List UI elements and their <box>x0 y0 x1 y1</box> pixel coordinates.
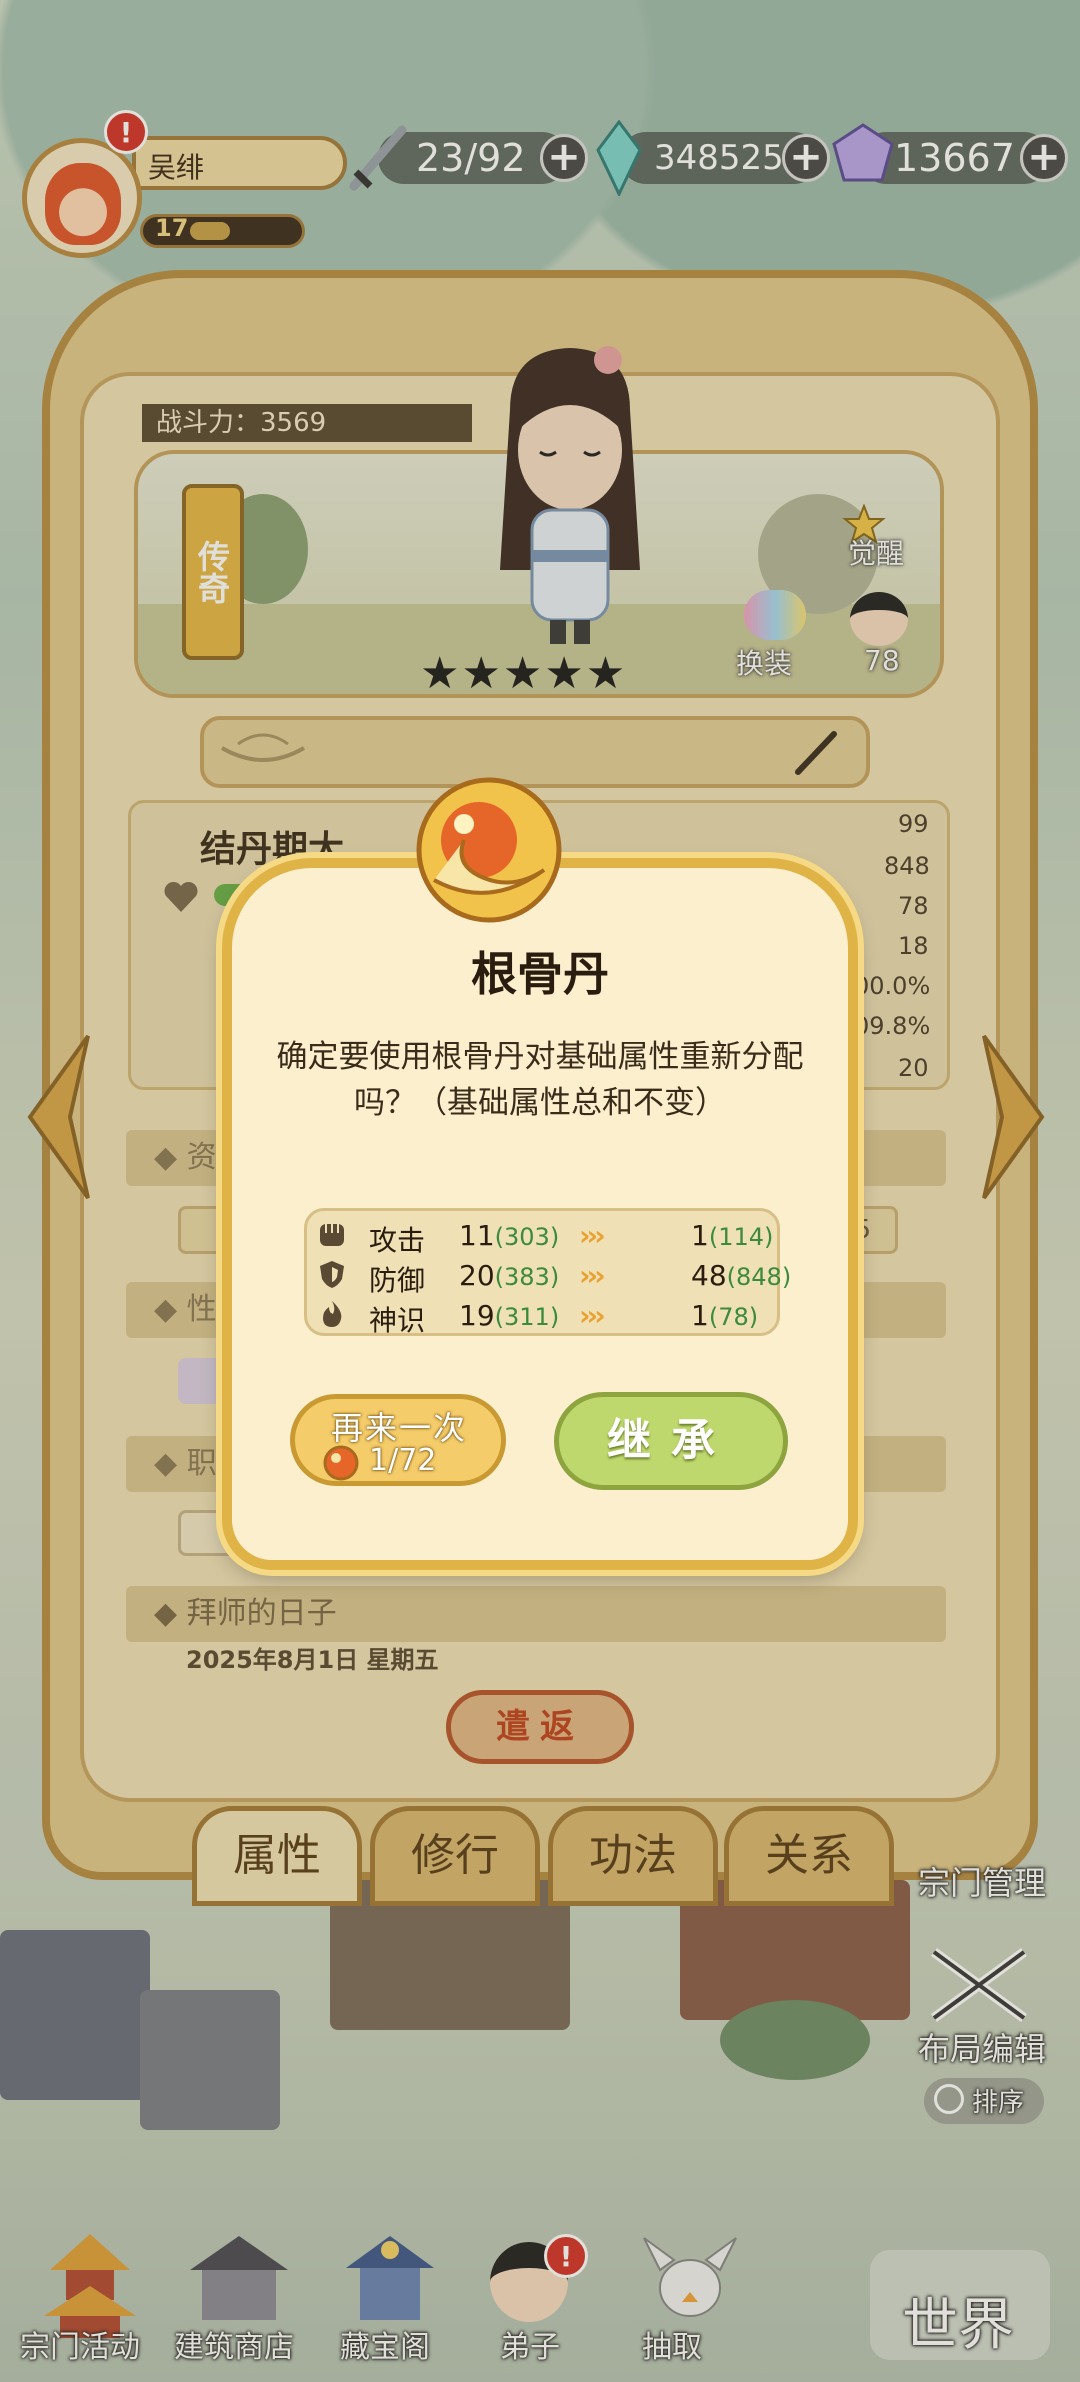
attack-old: 11(303) <box>459 1219 560 1252</box>
retry-button[interactable]: 再来一次 1/72 <box>290 1394 506 1486</box>
spirit-old: 19(311) <box>459 1299 560 1332</box>
small-pill-icon <box>323 1445 359 1481</box>
spirit-arrow: ››› <box>579 1299 606 1332</box>
fist-icon <box>320 1224 344 1246</box>
compare-row-spirit: 神识 19(311) ››› 1(78) <box>307 1295 783 1337</box>
flame-icon <box>323 1301 342 1327</box>
defense-arrow: ››› <box>579 1259 606 1292</box>
spirit-new: 1(78) <box>691 1299 759 1332</box>
compare-row-defense: 防御 20(383) ››› 48(848) <box>307 1255 791 1297</box>
defense-old: 20(383) <box>459 1259 560 1292</box>
attribute-compare-table: 攻击 11(303) ››› 1(114) 防御 20(383) ››› 48(… <box>304 1208 791 1337</box>
spirit-label: 神识 <box>369 1304 426 1337</box>
compare-row-attack: 攻击 11(303) ››› 1(114) <box>307 1215 783 1257</box>
attack-label: 攻击 <box>369 1224 426 1257</box>
defense-new: 48(848) <box>691 1259 792 1292</box>
shield-icon <box>320 1261 344 1288</box>
dialog-message: 确定要使用根骨丹对基础属性重新分配吗？（基础属性总和不变） <box>276 1039 804 1121</box>
inherit-button[interactable]: 继承 <box>554 1392 788 1490</box>
attack-arrow: ››› <box>579 1219 606 1252</box>
defense-label: 防御 <box>369 1264 426 1297</box>
root-pill-icon <box>416 777 562 923</box>
attack-new: 1(114) <box>691 1219 774 1252</box>
retry-count: 1/72 <box>369 1443 437 1478</box>
dialog-title: 根骨丹 <box>471 947 609 1001</box>
